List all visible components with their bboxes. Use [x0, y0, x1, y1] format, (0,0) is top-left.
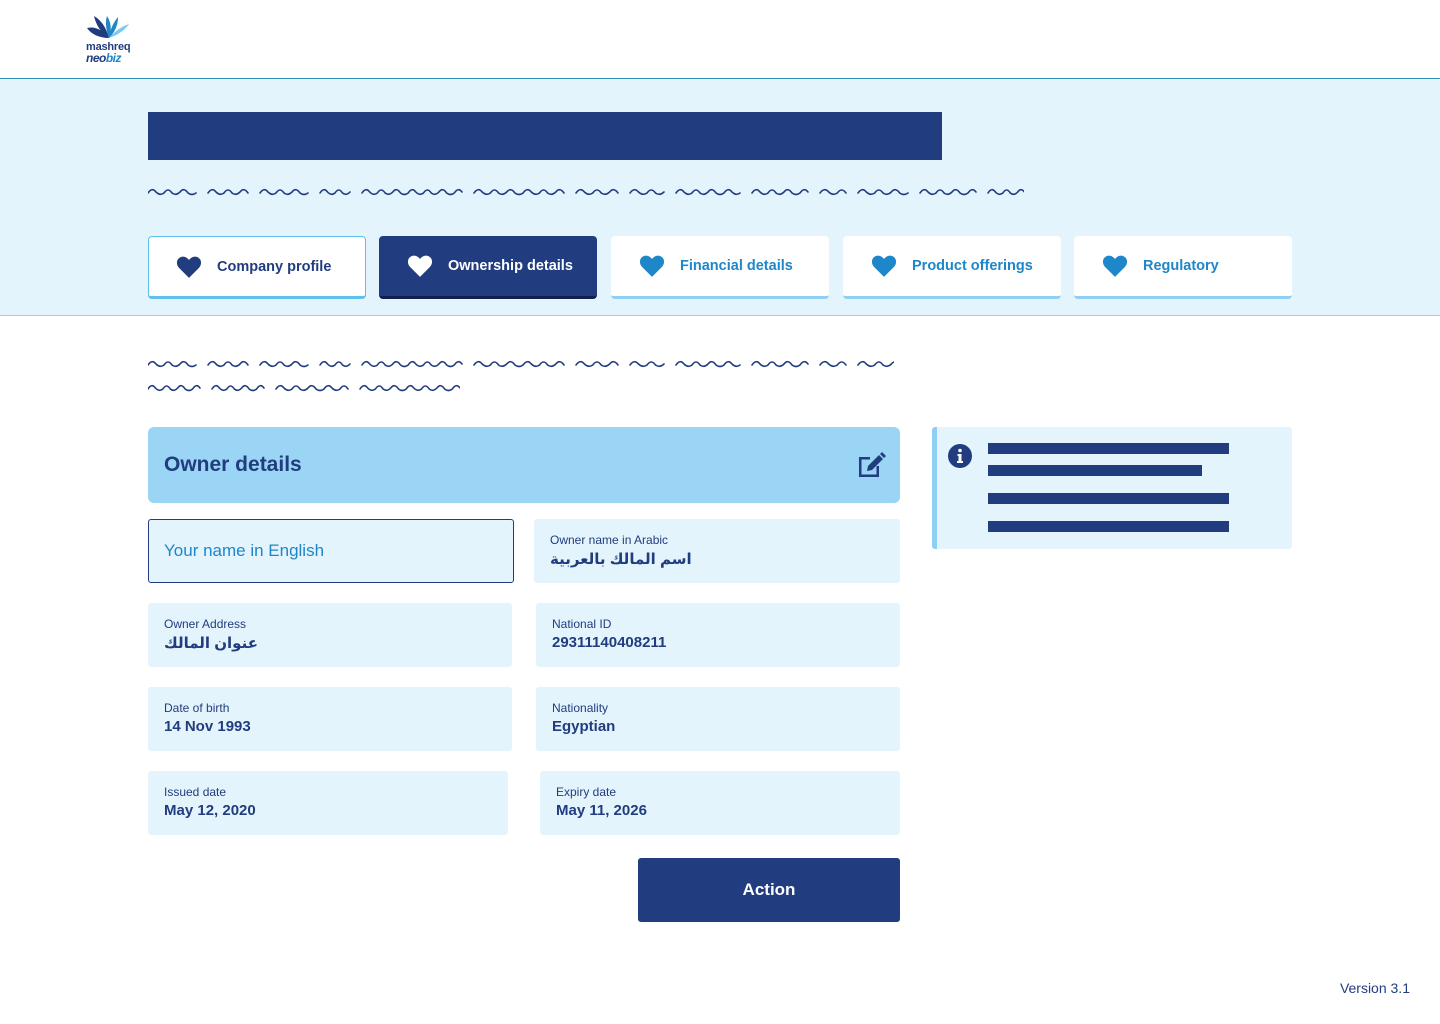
heart-icon [639, 255, 665, 277]
field-value: May 11, 2026 [556, 802, 647, 819]
info-icon [948, 444, 972, 468]
hero-description-placeholder [148, 184, 1024, 198]
lotus-icon [87, 16, 129, 38]
owner-address-field[interactable]: Owner Address عنوان المالك [148, 603, 512, 667]
brand-subname: neobiz [86, 51, 122, 65]
field-value: عنوان المالك [164, 635, 258, 652]
tab-regulatory[interactable]: Regulatory [1074, 236, 1292, 299]
issued-date-field[interactable]: Issued date May 12, 2020 [148, 771, 508, 835]
field-value: Egyptian [552, 718, 616, 735]
tab-label: Company profile [217, 258, 332, 275]
info-text-placeholder [988, 465, 1202, 476]
tab-financial-details[interactable]: Financial details [611, 236, 829, 299]
tab-label: Ownership details [448, 258, 573, 274]
heart-icon [176, 256, 202, 278]
field-label: National ID [552, 617, 612, 631]
tab-label: Regulatory [1143, 258, 1219, 274]
heart-icon [871, 255, 897, 277]
heart-icon [1102, 255, 1128, 277]
field-value: 14 Nov 1993 [164, 718, 251, 735]
heart-icon [407, 255, 433, 277]
intro-text-placeholder [148, 380, 460, 394]
tab-label: Product offerings [912, 258, 1033, 274]
field-value: اسم المالك بالعربية [550, 551, 692, 568]
info-text-placeholder [988, 493, 1229, 504]
top-bar: mashreq neobiz [0, 0, 1440, 79]
tab-label: Financial details [680, 258, 793, 274]
name-english-input[interactable] [149, 520, 513, 582]
owner-details-header: Owner details [148, 427, 900, 503]
field-label: Owner name in Arabic [550, 533, 669, 547]
field-label: Owner Address [164, 617, 247, 631]
field-value: 29311140408211 [552, 634, 667, 651]
edit-icon[interactable] [856, 451, 886, 479]
action-button[interactable]: Action [638, 858, 900, 922]
brand-logo[interactable]: mashreq neobiz [83, 14, 133, 66]
owner-name-arabic-field[interactable]: Owner name in Arabic اسم المالك بالعربية [534, 519, 900, 583]
version-label: Version 3.1 [1339, 980, 1410, 996]
info-panel [932, 427, 1292, 549]
intro-text-placeholder [148, 356, 894, 370]
national-id-field[interactable]: National ID 29311140408211 [536, 603, 900, 667]
field-label: Expiry date [556, 785, 617, 799]
field-label: Issued date [164, 785, 227, 799]
info-text-placeholder [988, 443, 1229, 454]
nationality-field[interactable]: Nationality Egyptian [536, 687, 900, 751]
field-label: Nationality [552, 701, 609, 715]
info-text-placeholder [988, 521, 1229, 532]
expiry-date-field[interactable]: Expiry date May 11, 2026 [540, 771, 900, 835]
field-label: Date of birth [164, 701, 230, 715]
page-title-placeholder [148, 112, 942, 160]
date-of-birth-field[interactable]: Date of birth 14 Nov 1993 [148, 687, 512, 751]
tab-ownership-details[interactable]: Ownership details [379, 236, 597, 299]
tab-company-profile[interactable]: Company profile [148, 236, 366, 299]
field-value: May 12, 2020 [164, 802, 256, 819]
hero-band: Company profile Ownership details Financ… [0, 80, 1440, 316]
name-english-input-wrapper [148, 519, 514, 583]
tab-product-offerings[interactable]: Product offerings [843, 236, 1061, 299]
section-title: Owner details [164, 453, 302, 476]
